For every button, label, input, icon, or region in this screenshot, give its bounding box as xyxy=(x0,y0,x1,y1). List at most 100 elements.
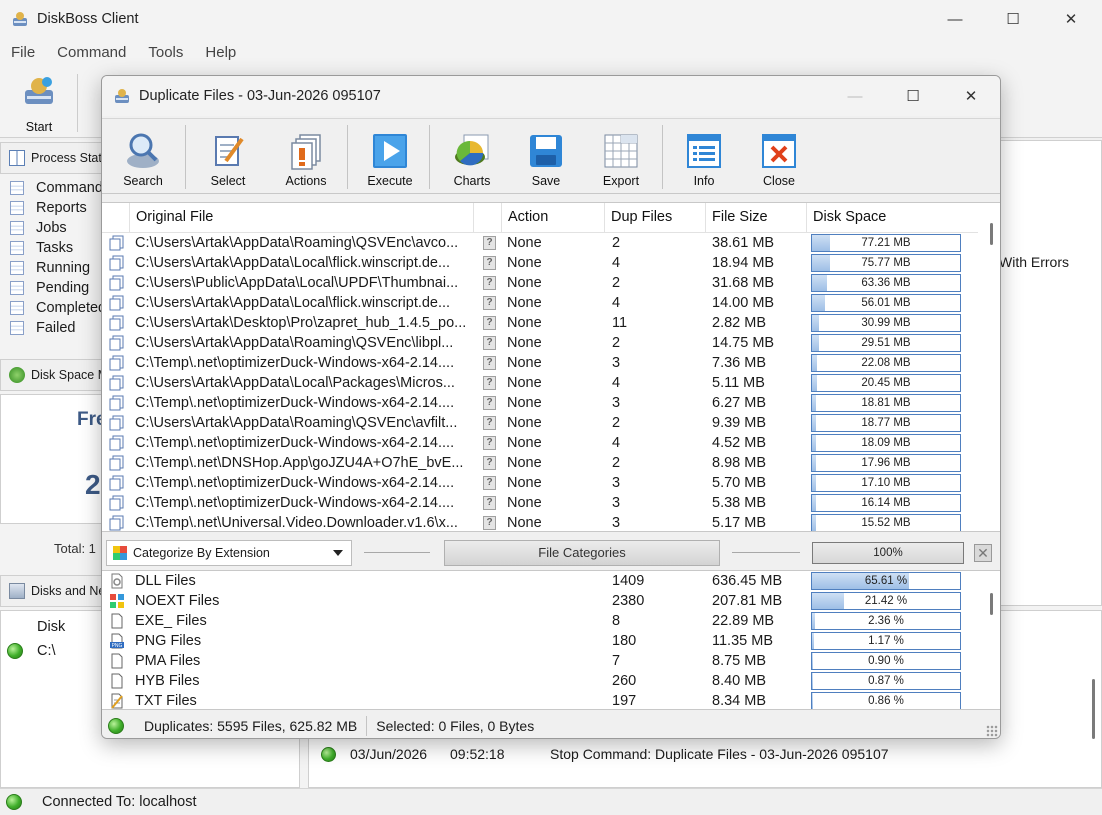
category-row[interactable]: PMA Files 7 8.75 MB 0.90 % xyxy=(102,651,978,671)
file-categories-button[interactable]: File Categories xyxy=(444,540,720,566)
question-icon[interactable]: ? xyxy=(483,236,496,250)
header-original-file[interactable]: Original File xyxy=(130,203,474,233)
table-row[interactable]: C:\Temp\.net\optimizerDuck-Windows-x64-2… xyxy=(102,493,978,513)
save-button[interactable]: Save xyxy=(514,127,578,191)
close-categories-icon[interactable]: ✕ xyxy=(974,544,992,562)
file-size-cell: 6.27 MB xyxy=(712,395,766,411)
question-icon[interactable]: ? xyxy=(483,296,496,310)
header-action[interactable]: Action xyxy=(502,203,605,233)
maximize-button[interactable]: ☐ xyxy=(984,0,1042,38)
table-row[interactable]: C:\Temp\.net\optimizerDuck-Windows-x64-2… xyxy=(102,353,978,373)
info-label: Info xyxy=(693,174,715,188)
header-file-size[interactable]: File Size xyxy=(706,203,807,233)
action-cell[interactable]: None xyxy=(507,333,602,353)
table-row[interactable]: C:\Users\Artak\AppData\Roaming\QSVEnc\li… xyxy=(102,333,978,353)
category-row[interactable]: DLL Files 1409 636.45 MB 65.61 % xyxy=(102,571,978,591)
dialog-toolbar: Search Select Actions Execute Charts Sav… xyxy=(102,118,1000,194)
categories-scrollbar[interactable] xyxy=(986,571,998,709)
table-row[interactable]: C:\Users\Public\AppData\Local\UPDF\Thumb… xyxy=(102,273,978,293)
select-button[interactable]: Select xyxy=(196,127,260,191)
action-cell[interactable]: None xyxy=(507,473,602,493)
question-icon[interactable]: ? xyxy=(483,416,496,430)
category-row[interactable]: NOEXT Files 2380 207.81 MB 21.42 % xyxy=(102,591,978,611)
question-icon[interactable]: ? xyxy=(483,456,496,470)
table-row[interactable]: C:\Users\Artak\AppData\Roaming\QSVEnc\av… xyxy=(102,233,978,253)
category-row[interactable]: PNG PNG Files 180 11.35 MB 1.17 % xyxy=(102,631,978,651)
execute-icon xyxy=(373,134,407,168)
dialog-close-button[interactable]: ✕ xyxy=(942,76,1000,116)
charts-button[interactable]: Charts xyxy=(440,127,504,191)
header-dup-files[interactable]: Dup Files xyxy=(605,203,706,233)
connection-status-icon xyxy=(6,794,22,810)
table-row[interactable]: C:\Temp\.net\optimizerDuck-Windows-x64-2… xyxy=(102,473,978,493)
minimize-button[interactable]: — xyxy=(926,0,984,38)
search-button[interactable]: Search xyxy=(111,127,175,191)
category-row[interactable]: EXE_ Files 8 22.89 MB 2.36 % xyxy=(102,611,978,631)
table-row[interactable]: C:\Users\Artak\AppData\Local\Packages\Mi… xyxy=(102,373,978,393)
table-row[interactable]: C:\Temp\.net\Universal.Video.Downloader.… xyxy=(102,513,978,531)
question-icon[interactable]: ? xyxy=(483,396,496,410)
table-row[interactable]: C:\Temp\.net\DNSHop.App\goJZU4A+O7hE_bvE… xyxy=(102,453,978,473)
original-file-cell: C:\Users\Artak\Desktop\Pro\zapret_hub_1.… xyxy=(135,315,467,331)
second-toolbar-button[interactable]: S xyxy=(76,72,114,134)
execute-button[interactable]: Execute xyxy=(358,127,422,191)
table-row[interactable]: C:\Users\Artak\AppData\Local\flick.winsc… xyxy=(102,293,978,313)
menu-file[interactable]: File xyxy=(0,44,46,61)
action-cell[interactable]: None xyxy=(507,413,602,433)
question-icon[interactable]: ? xyxy=(483,276,496,290)
categories-scroll-thumb[interactable] xyxy=(990,593,993,615)
question-icon[interactable]: ? xyxy=(483,436,496,450)
action-cell[interactable]: None xyxy=(507,293,602,313)
question-icon[interactable]: ? xyxy=(483,356,496,370)
action-cell[interactable]: None xyxy=(507,233,602,253)
log-scrollbar[interactable] xyxy=(1092,679,1095,739)
info-button[interactable]: Info xyxy=(672,127,736,191)
original-file-cell: C:\Users\Artak\AppData\Local\flick.winsc… xyxy=(135,295,451,311)
menu-command[interactable]: Command xyxy=(46,44,137,61)
action-cell[interactable]: None xyxy=(507,493,602,513)
log-row[interactable]: 03/Jun/2026 09:52:18 Stop Command: Dupli… xyxy=(321,743,889,765)
action-cell[interactable]: None xyxy=(507,513,602,531)
category-row[interactable]: TXT Files 197 8.34 MB 0.86 % xyxy=(102,691,978,709)
close-window-button[interactable]: ✕ xyxy=(1042,0,1100,38)
question-icon[interactable]: ? xyxy=(483,496,496,510)
export-button[interactable]: Export xyxy=(589,127,653,191)
header-disk-space[interactable]: Disk Space xyxy=(807,203,978,233)
disk-row[interactable]: C:\ xyxy=(7,643,56,659)
action-cell[interactable]: None xyxy=(507,453,602,473)
menu-tools[interactable]: Tools xyxy=(137,44,194,61)
question-icon[interactable]: ? xyxy=(483,516,496,530)
duplicate-file-icon xyxy=(109,295,124,311)
table-row[interactable]: C:\Users\Artak\Desktop\Pro\zapret_hub_1.… xyxy=(102,313,978,333)
question-icon[interactable]: ? xyxy=(483,336,496,350)
category-count: 1409 xyxy=(612,573,645,589)
table-row[interactable]: C:\Temp\.net\optimizerDuck-Windows-x64-2… xyxy=(102,433,978,453)
action-cell[interactable]: None xyxy=(507,433,602,453)
table-row[interactable]: C:\Temp\.net\optimizerDuck-Windows-x64-2… xyxy=(102,393,978,413)
resize-grip[interactable] xyxy=(986,725,998,737)
menu-help[interactable]: Help xyxy=(194,44,247,61)
start-button[interactable]: Start xyxy=(9,72,69,134)
action-cell[interactable]: None xyxy=(507,373,602,393)
action-cell[interactable]: None xyxy=(507,253,602,273)
question-icon[interactable]: ? xyxy=(483,376,496,390)
category-percent-bar: 0.86 % xyxy=(811,692,961,709)
diskboss-app-icon xyxy=(13,12,27,26)
table-row[interactable]: C:\Users\Artak\AppData\Roaming\QSVEnc\av… xyxy=(102,413,978,433)
grid-scroll-thumb[interactable] xyxy=(990,223,993,245)
grid-scrollbar[interactable] xyxy=(986,203,998,531)
close-button[interactable]: Close xyxy=(747,127,811,191)
question-icon[interactable]: ? xyxy=(483,316,496,330)
actions-button[interactable]: Actions xyxy=(274,127,338,191)
action-cell[interactable]: None xyxy=(507,313,602,333)
action-cell[interactable]: None xyxy=(507,393,602,413)
action-cell[interactable]: None xyxy=(507,353,602,373)
question-icon[interactable]: ? xyxy=(483,256,496,270)
action-cell[interactable]: None xyxy=(507,273,602,293)
dialog-minimize-button[interactable]: — xyxy=(826,76,884,116)
categorize-dropdown[interactable]: Categorize By Extension xyxy=(106,540,352,566)
dialog-maximize-button[interactable]: ☐ xyxy=(884,76,942,116)
table-row[interactable]: C:\Users\Artak\AppData\Local\flick.winsc… xyxy=(102,253,978,273)
question-icon[interactable]: ? xyxy=(483,476,496,490)
category-row[interactable]: HYB Files 260 8.40 MB 0.87 % xyxy=(102,671,978,691)
